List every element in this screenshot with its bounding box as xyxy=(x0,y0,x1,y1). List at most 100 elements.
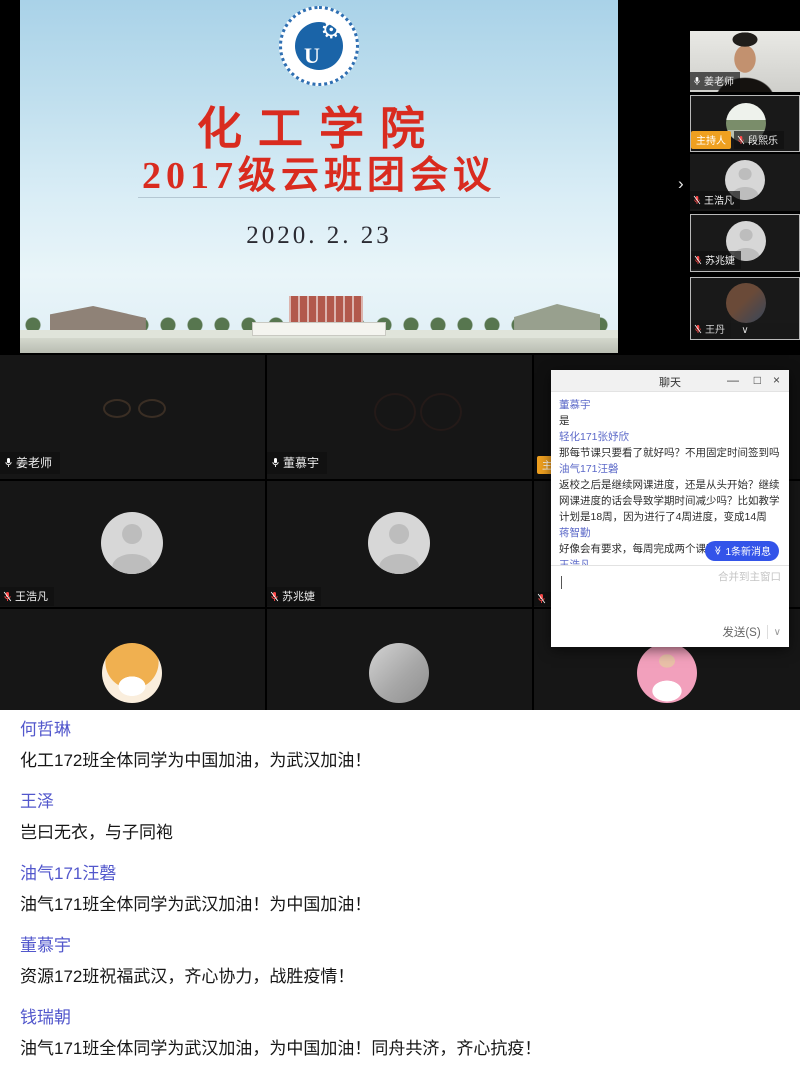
chat-message-list[interactable]: 董慕宇 是 轻化171张妤欣 那每节课只要看了就好吗？不用固定时间签到吗 油气1… xyxy=(551,392,789,565)
presentation-slide: ⚙ U 化工学院 2017级云班团会议 2020. 2. 23 xyxy=(20,0,618,353)
campus-ground xyxy=(20,338,618,353)
university-logo-emblem: ⚙ U xyxy=(295,22,343,70)
campus-building-right xyxy=(514,304,600,330)
campus-gate xyxy=(252,322,386,336)
feed-message-text: 油气171班全体同学为武汉加油！为中国加油！ xyxy=(20,893,784,917)
mic-muted-icon xyxy=(270,591,279,602)
participant-thumbnail[interactable]: 王浩凡 xyxy=(690,154,800,211)
participant-name: 王浩凡 xyxy=(704,192,734,207)
send-button[interactable]: 发送(S) xyxy=(722,624,760,640)
participant-label xyxy=(534,592,552,606)
slide-title-line2: 2017级云班团会议 xyxy=(20,144,618,199)
mic-on-icon xyxy=(693,76,701,86)
participant-name: 段熙乐 xyxy=(748,132,778,147)
video-tile[interactable] xyxy=(0,609,265,710)
text-cursor xyxy=(561,576,562,589)
host-badge: 主持人 xyxy=(691,131,731,149)
photo-avatar xyxy=(726,283,766,323)
participant-thumbnail[interactable]: ∨ 王丹 xyxy=(690,277,800,340)
feed-message-text: 化工172班全体同学为中国加油，为武汉加油！ xyxy=(20,749,784,773)
feed-sender-name: 何哲琳 xyxy=(20,718,784,742)
default-avatar xyxy=(101,512,163,574)
new-message-count: 1条新消息 xyxy=(725,543,771,558)
maximize-button[interactable]: □ xyxy=(754,373,761,388)
participant-label: 姜老师 xyxy=(690,72,740,90)
photo-avatar xyxy=(637,643,697,703)
slide-divider xyxy=(138,197,500,198)
chat-message-text: 是 xyxy=(559,413,783,429)
chat-window: 聊天 — □ × 董慕宇 是 轻化171张妤欣 那每节课只要看了就好吗？不用固定… xyxy=(551,370,789,647)
chat-message-text: 返校之后是继续网课进度，还是从头开始？继续网课进度的话会导致学期时间减少吗？比如… xyxy=(559,477,783,525)
mic-on-icon xyxy=(271,457,280,468)
glasses-left xyxy=(374,393,416,431)
participant-name: 董慕宇 xyxy=(283,454,319,471)
anime-avatar xyxy=(369,643,429,703)
feed-sender-name: 钱瑞朝 xyxy=(20,1006,784,1030)
participant-label: 段熙乐 xyxy=(734,131,784,149)
glasses-left xyxy=(103,399,131,418)
logo-letter: U xyxy=(304,43,320,69)
chevron-down-icon: ∨ xyxy=(741,325,748,336)
participant-name: 苏兆婕 xyxy=(705,252,735,267)
participant-label: 董慕宇 xyxy=(267,452,327,474)
participant-label: 王浩凡 xyxy=(690,191,740,209)
participant-label: 苏兆婕 xyxy=(267,587,321,606)
mic-muted-icon xyxy=(537,593,546,604)
merge-to-main-link[interactable]: 合并到主窗口 xyxy=(718,569,781,584)
minimize-button[interactable]: — xyxy=(727,373,739,388)
mic-muted-icon xyxy=(694,255,702,265)
participant-name: 苏兆婕 xyxy=(282,588,315,604)
mic-muted-icon xyxy=(737,135,745,145)
glasses-right xyxy=(420,393,462,431)
send-options-caret[interactable]: ∨ xyxy=(774,627,781,638)
send-divider xyxy=(767,625,768,639)
chat-sender-name: 蒋智勤 xyxy=(559,525,783,541)
close-button[interactable]: × xyxy=(773,373,780,388)
campus-photo xyxy=(20,277,618,353)
university-logo: ⚙ U xyxy=(279,6,359,86)
chat-sender-name: 油气171汪磬 xyxy=(559,461,783,477)
campus-building-left xyxy=(50,306,146,330)
collapse-sidebar-arrow[interactable]: › xyxy=(678,174,684,194)
glasses-right xyxy=(138,399,166,418)
participant-name: 姜老师 xyxy=(704,73,734,88)
participant-label: 苏兆婕 xyxy=(691,251,741,269)
mic-on-icon xyxy=(4,457,13,468)
video-tile[interactable] xyxy=(267,609,532,710)
chat-sender-name: 轻化171张妤欣 xyxy=(559,429,783,445)
feed-sender-name: 董慕宇 xyxy=(20,934,784,958)
participant-name: 姜老师 xyxy=(16,454,52,471)
participant-thumbnail-teacher[interactable]: 姜老师 xyxy=(690,31,800,92)
video-tile[interactable]: 苏兆婕 xyxy=(267,481,532,607)
participant-name: 王丹 xyxy=(705,321,725,336)
chat-sender-name: 董慕宇 xyxy=(559,397,783,413)
participant-thumbnail[interactable]: 苏兆婕 xyxy=(690,214,800,272)
new-message-pill[interactable]: ≫ 1条新消息 xyxy=(705,541,779,561)
feed-message-text: 油气171班全体同学为武汉加油，为中国加油！同舟共济，齐心抗疫！ xyxy=(20,1037,784,1061)
meeting-app-window: ⚙ U 化工学院 2017级云班团会议 2020. 2. 23 › 姜老师 主持 xyxy=(0,0,800,1066)
feed-sender-name: 王泽 xyxy=(20,790,784,814)
chat-feed: 何哲琳 化工172班全体同学为中国加油，为武汉加油！ 王泽 岂曰无衣，与子同袍 … xyxy=(0,710,800,1066)
chat-input-area[interactable]: 合并到主窗口 发送(S) ∨ xyxy=(551,565,789,647)
default-avatar xyxy=(368,512,430,574)
video-tile-dongmuyu[interactable]: 董慕宇 xyxy=(267,355,532,479)
participant-name: 王浩凡 xyxy=(15,588,48,604)
mic-muted-icon xyxy=(694,324,702,334)
participant-label: 王丹 xyxy=(691,320,731,338)
participant-thumbnail-host[interactable]: 主持人 段熙乐 xyxy=(690,95,800,152)
double-chevron-down-icon: ≫ xyxy=(712,546,723,555)
feed-sender-name: 油气171汪磬 xyxy=(20,862,784,886)
slide-date: 2020. 2. 23 xyxy=(20,222,618,250)
mic-muted-icon xyxy=(3,591,12,602)
feed-message-text: 岂曰无衣，与子同袍 xyxy=(20,821,784,845)
participant-label: 王浩凡 xyxy=(0,587,54,606)
video-tile[interactable]: 王浩凡 xyxy=(0,481,265,607)
gear-icon: ⚙ xyxy=(320,19,342,43)
video-tile-teacher[interactable]: 姜老师 xyxy=(0,355,265,479)
participant-label: 姜老师 xyxy=(0,452,60,474)
feed-message-text: 资源172班祝福武汉，齐心协力，战胜疫情！ xyxy=(20,965,784,989)
chat-message-text: 那每节课只要看了就好吗？不用固定时间签到吗 xyxy=(559,445,783,461)
chat-titlebar[interactable]: 聊天 — □ × xyxy=(551,370,789,392)
mic-muted-icon xyxy=(693,195,701,205)
cartoon-avatar xyxy=(102,643,162,703)
